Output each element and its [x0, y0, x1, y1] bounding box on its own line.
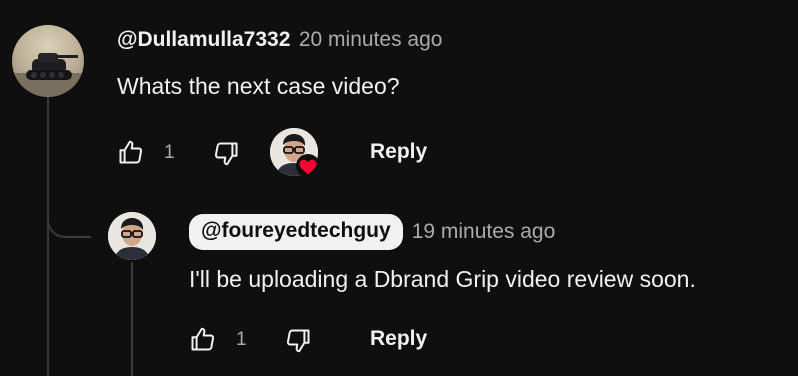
comment-author[interactable]: @Dullamulla7332 — [117, 28, 290, 51]
like-button[interactable] — [116, 137, 146, 167]
thread-line — [47, 96, 49, 376]
thumbs-up-icon — [119, 140, 143, 164]
comment-header: @Dullamulla7332 20 minutes ago — [117, 28, 442, 52]
person-icon — [108, 212, 156, 260]
reply-timestamp[interactable]: 19 minutes ago — [412, 220, 556, 244]
reply-like-button[interactable] — [188, 324, 218, 354]
reply-button[interactable]: Reply — [370, 140, 427, 164]
commenter-avatar[interactable] — [12, 25, 84, 97]
like-count: 1 — [164, 142, 175, 163]
thumbs-up-icon — [191, 327, 215, 351]
reply-author-avatar[interactable] — [108, 212, 156, 260]
comment-text: Whats the next case video? — [117, 73, 400, 99]
comment-timestamp[interactable]: 20 minutes ago — [299, 28, 443, 51]
dislike-button[interactable] — [211, 139, 241, 169]
thread-connector — [47, 186, 91, 238]
tank-icon — [12, 53, 84, 97]
reply-dislike-button[interactable] — [283, 326, 313, 356]
reply-like-count: 1 — [236, 329, 247, 350]
thumbs-down-icon — [286, 329, 310, 353]
heart-icon — [296, 154, 320, 178]
reply-header: @foureyedtechguy 19 minutes ago — [189, 214, 555, 250]
thumbs-down-icon — [214, 142, 238, 166]
reply-reply-button[interactable]: Reply — [370, 327, 427, 351]
creator-heart[interactable] — [270, 128, 320, 178]
reply-thread-line — [131, 262, 133, 376]
reply-text: I'll be uploading a Dbrand Grip video re… — [189, 266, 696, 292]
reply-author-chip[interactable]: @foureyedtechguy — [189, 214, 403, 250]
